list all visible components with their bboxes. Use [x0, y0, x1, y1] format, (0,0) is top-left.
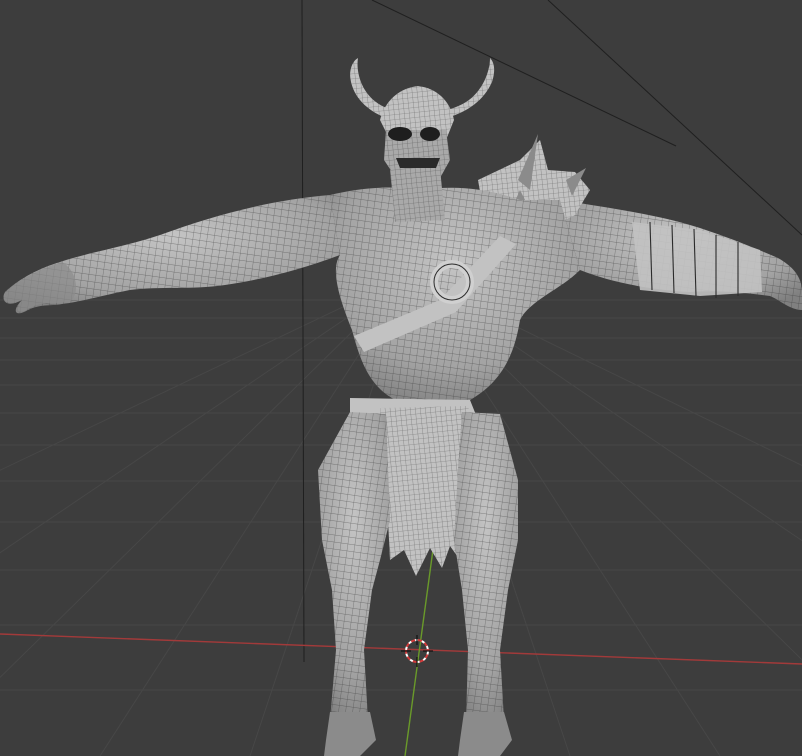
3d-cursor-icon[interactable] [401, 635, 433, 667]
left-hand[interactable] [3, 262, 77, 312]
3d-viewport[interactable] [0, 0, 802, 756]
left-hoof[interactable] [324, 712, 376, 756]
eye-socket [420, 127, 440, 141]
eye-socket [388, 127, 412, 141]
x-axis-line [0, 633, 802, 665]
right-hoof[interactable] [458, 712, 512, 756]
viewport-canvas[interactable] [0, 0, 802, 756]
mouth [396, 158, 440, 168]
